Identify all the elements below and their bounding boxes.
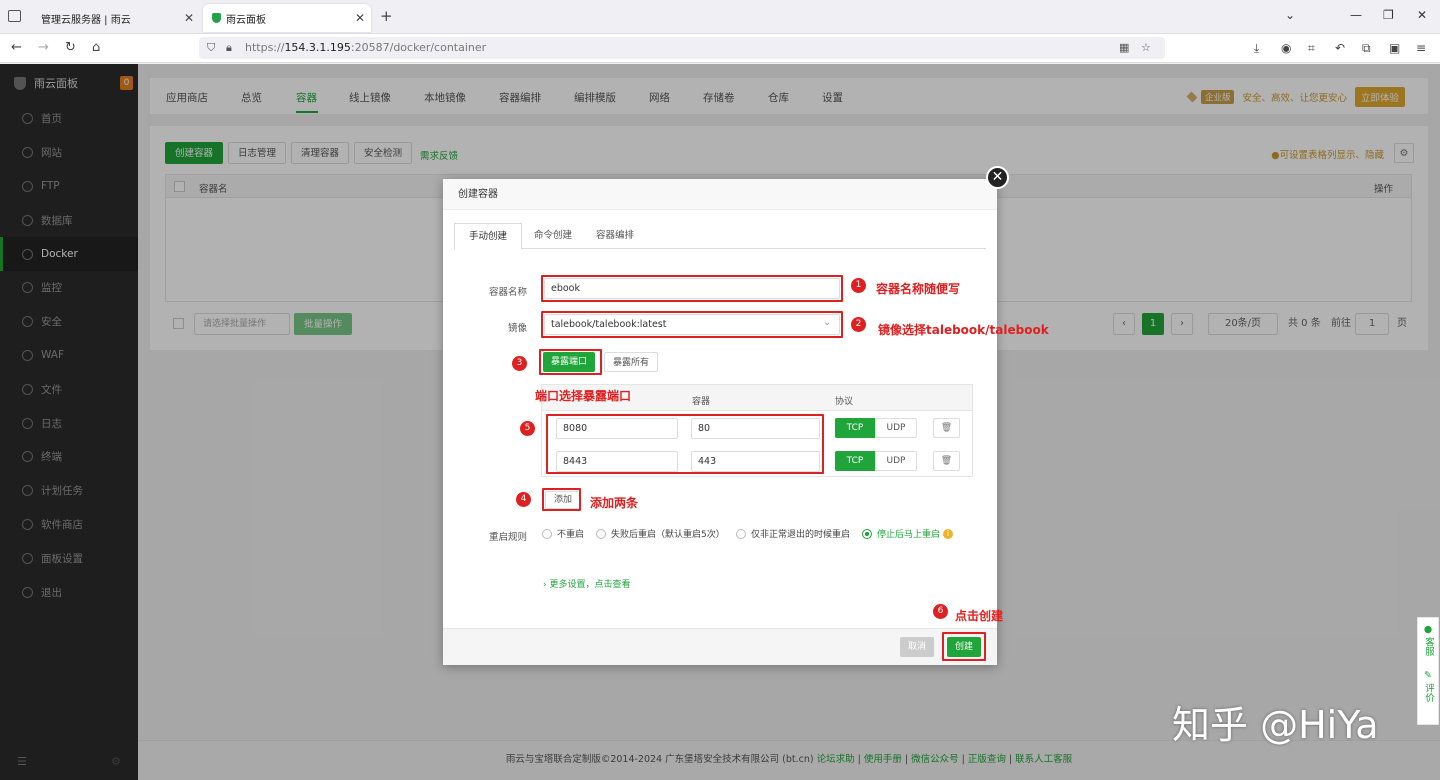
tcp-toggle[interactable]: TCP	[835, 418, 875, 438]
review-label: 评价	[1423, 683, 1434, 702]
info-icon[interactable]: i	[943, 528, 954, 539]
radio-label: 仅非正常退出的时候重启	[751, 530, 851, 540]
step-4-marker: 4	[516, 492, 531, 507]
tab-command-create[interactable]: 命令创建	[520, 223, 586, 249]
headset-icon: ●	[1423, 624, 1433, 635]
highlight-box-image	[541, 311, 843, 338]
tab-compose-create[interactable]: 容器编排	[582, 223, 648, 249]
highlight-box-add	[542, 488, 581, 511]
radio-label: 停止后马上重启	[877, 530, 941, 540]
url-path: :20587/docker/container	[350, 41, 487, 54]
crop-icon[interactable]: ⌗	[1308, 41, 1315, 56]
review-button[interactable]: ✎ 评价	[1418, 670, 1438, 702]
more-settings-link[interactable]: › 更多设置，点击查看	[543, 577, 630, 590]
new-tab-icon[interactable]: +	[380, 7, 393, 25]
image-label: 镜像	[507, 323, 527, 334]
watermark: 知乎 @HiYa	[1172, 703, 1379, 747]
chevron-down-icon[interactable]: ⌄	[1285, 8, 1295, 22]
radio-label: 失败后重启（默认重启5次）	[611, 530, 725, 540]
radio-label: 不重启	[557, 530, 585, 540]
modal-backdrop-sidebar	[0, 64, 138, 780]
step-3-marker: 3	[512, 356, 527, 371]
menu-icon[interactable]: ≡	[1416, 41, 1426, 55]
bookmark-star-icon[interactable]: ☆	[1141, 37, 1151, 59]
tab-title: 雨云面板	[226, 14, 266, 26]
customer-service-button[interactable]: ● 客服	[1418, 624, 1438, 656]
step-4-note: 添加两条	[590, 496, 639, 510]
url-prefix: https://	[245, 41, 285, 54]
back-icon[interactable]: ←	[11, 40, 22, 55]
udp-toggle[interactable]: UDP	[875, 451, 917, 471]
restore-icon[interactable]: ❐	[1383, 8, 1394, 22]
lock-icon[interactable]: 🔒︎	[226, 37, 232, 59]
reload-icon[interactable]: ↻	[65, 40, 76, 55]
restart-on-failure-radio[interactable]: 失败后重启（默认重启5次）	[596, 527, 725, 540]
site-favicon-icon	[212, 13, 221, 23]
restart-always-radio[interactable]: 停止后马上重启 i	[862, 527, 954, 540]
account-icon[interactable]: ◉	[1281, 41, 1291, 55]
dialog-title: 创建容器	[443, 179, 997, 210]
close-tab-icon[interactable]: ✕	[355, 11, 365, 25]
step-2-marker: 2	[851, 317, 866, 332]
undo-icon[interactable]: ↶	[1335, 41, 1345, 55]
udp-toggle[interactable]: UDP	[875, 418, 917, 438]
step-5-marker: 5	[520, 421, 535, 436]
radio-icon	[736, 528, 746, 539]
expose-all-button[interactable]: 暴露所有	[604, 352, 659, 372]
tcp-toggle[interactable]: TCP	[835, 451, 875, 471]
close-tab-icon[interactable]: ✕	[184, 11, 194, 25]
close-dialog-icon[interactable]: ✕	[986, 166, 1009, 189]
radio-icon	[862, 528, 872, 539]
extensions-icon[interactable]: ⧉	[1362, 41, 1371, 56]
browser-tab-2[interactable]: 雨云面板 ✕	[203, 4, 371, 32]
browser-tab-bar: 管理云服务器 | 雨云 ✕ 雨云面板 ✕ + ⌄ — ❐ ✕	[0, 0, 1440, 34]
browser-tab-1[interactable]: 管理云服务器 | 雨云 ✕	[30, 4, 200, 32]
highlight-box-ports	[546, 414, 824, 474]
address-bar: ← → ↻ ⌂ ⛉ 🔒︎ https://154.3.1.195:20587/d…	[0, 34, 1440, 63]
download-icon[interactable]: ⤓	[1254, 41, 1259, 56]
more-settings-text: 更多设置，点击查看	[549, 580, 631, 590]
restart-no-radio[interactable]: 不重启	[542, 527, 584, 540]
shield-icon[interactable]: ⛉	[207, 37, 215, 59]
dialog-tabs: 手动创建 命令创建 容器编排	[454, 223, 986, 250]
restart-policy-label: 重启规则	[488, 532, 527, 543]
cancel-button[interactable]: 取消	[900, 637, 935, 657]
highlight-box-name	[541, 275, 843, 302]
tab-overview-icon[interactable]	[8, 10, 21, 22]
url-host: 154.3.1.195	[284, 41, 351, 54]
step-6-marker: 6	[933, 604, 948, 619]
delete-row-trash-icon[interactable]: 🗑︎	[933, 418, 960, 438]
sidebar-toggle-icon[interactable]: ▣	[1389, 41, 1400, 55]
column-header-container: 容器	[692, 397, 711, 407]
restart-unless-abnormal-radio[interactable]: 仅非正常退出的时候重启	[736, 527, 850, 540]
floating-service-panel: ● 客服 ✎ 评价	[1417, 617, 1439, 725]
radio-icon	[542, 528, 552, 539]
container-name-label: 容器名称	[488, 287, 527, 298]
minimize-icon[interactable]: —	[1350, 8, 1362, 22]
highlight-box-expose	[539, 349, 602, 375]
step-2-note: 镜像选择talebook/talebook	[878, 323, 1049, 337]
step-1-note: 容器名称随便写	[876, 282, 961, 296]
radio-icon	[596, 528, 606, 539]
forward-icon[interactable]: →	[38, 40, 49, 55]
close-window-icon[interactable]: ✕	[1417, 8, 1427, 22]
service-label: 客服	[1423, 637, 1434, 656]
qr-code-icon[interactable]: ▦	[1119, 37, 1129, 59]
tab-manual-create[interactable]: 手动创建	[454, 223, 523, 250]
delete-row-trash-icon[interactable]: 🗑︎	[933, 451, 960, 471]
step-1-marker: 1	[851, 278, 866, 293]
edit-icon: ✎	[1424, 670, 1432, 681]
step-3-note: 端口选择暴露端口	[535, 389, 632, 403]
column-header-protocol: 协议	[835, 397, 854, 407]
home-icon[interactable]: ⌂	[92, 40, 100, 55]
step-6-note: 点击创建	[955, 609, 1004, 623]
url-field[interactable]: ⛉ 🔒︎ https://154.3.1.195:20587/docker/co…	[199, 37, 1165, 59]
highlight-box-create	[942, 632, 986, 661]
tab-title: 管理云服务器 | 雨云	[41, 14, 131, 26]
